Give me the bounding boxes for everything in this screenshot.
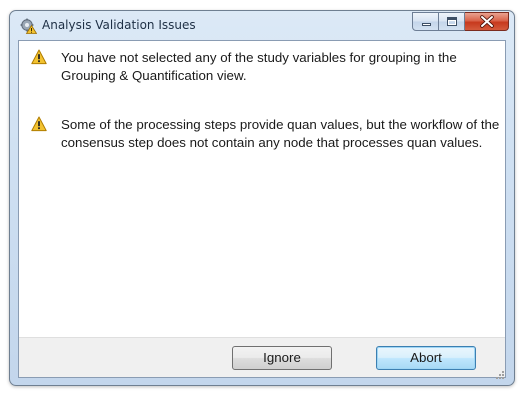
close-button[interactable]	[465, 12, 509, 31]
title-bar[interactable]: Analysis Validation Issues	[10, 11, 514, 40]
message-text: Some of the processing steps provide qua…	[61, 117, 500, 150]
dialog-content: You have not selected any of the study v…	[18, 40, 506, 379]
message-list: You have not selected any of the study v…	[19, 41, 505, 337]
ignore-button[interactable]: Ignore	[232, 346, 332, 370]
window-title: Analysis Validation Issues	[42, 18, 196, 32]
close-icon	[480, 14, 494, 29]
abort-button[interactable]: Abort	[376, 346, 476, 370]
caption-buttons	[412, 12, 509, 32]
warning-icon	[31, 49, 47, 65]
dialog-window: Analysis Validation Issues You have not …	[9, 10, 515, 386]
warning-icon	[31, 116, 47, 132]
button-bar: Ignore Abort	[19, 337, 505, 379]
minimize-button[interactable]	[412, 12, 439, 31]
maximize-button[interactable]	[439, 12, 465, 31]
message-text: You have not selected any of the study v…	[61, 50, 457, 83]
minimize-icon	[422, 23, 431, 26]
resize-grip-icon[interactable]	[493, 365, 505, 379]
maximize-icon	[447, 17, 457, 26]
gear-warning-icon	[20, 18, 38, 34]
